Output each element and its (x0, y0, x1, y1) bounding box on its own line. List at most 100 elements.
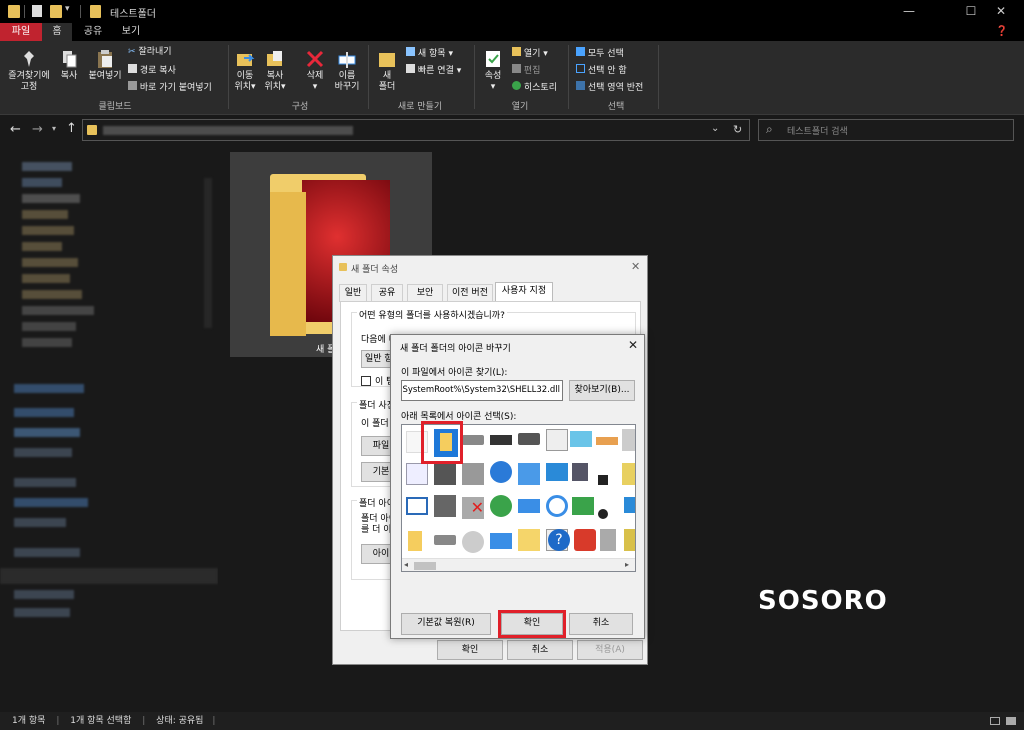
shortcut-overlay-icon[interactable] (598, 475, 608, 485)
props-cancel-button[interactable]: 취소 (507, 640, 573, 660)
power-icon[interactable] (574, 529, 596, 551)
zip-folder-icon[interactable] (518, 529, 540, 551)
props-tab-general[interactable]: 일반 (339, 284, 367, 302)
props-close-icon[interactable]: ✕ (631, 260, 640, 273)
text-doc-icon[interactable] (406, 463, 428, 485)
props-tab-share[interactable]: 공유 (371, 284, 403, 302)
tab-file[interactable]: 파일 (0, 23, 42, 41)
network-globe-icon[interactable] (490, 495, 512, 517)
select-none-button[interactable]: 선택 안 함 (576, 64, 627, 77)
disk-drive-icon[interactable] (518, 433, 540, 445)
green-arrow-icon[interactable] (572, 497, 594, 515)
address-bar[interactable]: ⌄ ↻ (82, 119, 750, 141)
delete-button[interactable]: 삭제 ▾ (302, 49, 328, 93)
tab-view[interactable]: 보기 (116, 23, 146, 41)
clock-overlay-icon[interactable] (598, 509, 608, 519)
navigation-pane[interactable] (0, 148, 218, 711)
history-button[interactable]: 히스토리 (512, 81, 557, 94)
tab-share[interactable]: 공유 (78, 23, 108, 41)
new-folder-button[interactable]: 새 폴더 (374, 49, 400, 93)
plain-folder-icon[interactable] (408, 531, 422, 551)
save-drive-icon[interactable] (434, 495, 456, 517)
icon-grid-scrollbar[interactable]: ◂ ▸ (402, 558, 635, 571)
open-button[interactable]: 열기 ▾ (512, 47, 548, 60)
refresh-icon[interactable]: ↻ (733, 123, 742, 136)
control-panel-icon[interactable] (546, 463, 568, 481)
window-icon[interactable] (406, 497, 428, 515)
pin-quick-access-button[interactable]: 즐겨찾기에 고정 (4, 49, 54, 93)
item-count: 1개 항목 (12, 716, 46, 726)
address-folder-icon (87, 125, 97, 135)
lock-folder-icon[interactable] (624, 529, 635, 551)
large-icons-view-icon[interactable] (1006, 717, 1016, 725)
new-folder-icon (379, 53, 395, 67)
recent-locations-chevron-icon[interactable]: ▾ (52, 124, 56, 133)
hdd-icon[interactable] (434, 535, 456, 545)
icon-file-path-input[interactable]: %SystemRoot%\System32\SHELL32.dll (401, 380, 563, 401)
close-window-button[interactable]: ✕ (978, 0, 1024, 23)
props-apply-button[interactable]: 적용(A) (577, 640, 643, 660)
search-input[interactable]: 테스트폴더 검색 (758, 119, 1014, 141)
invert-selection-button[interactable]: 선택 영역 반전 (576, 81, 643, 94)
forward-arrow-icon[interactable]: → (32, 122, 43, 137)
move-to-button[interactable]: 이동 위치▾ (232, 49, 258, 93)
chip-icon[interactable] (490, 435, 512, 445)
help-question-icon[interactable]: ? (548, 529, 570, 551)
cube-icon[interactable] (518, 463, 540, 485)
recycle-icon[interactable] (622, 429, 635, 451)
rename-button[interactable]: 이름 바꾸기 (332, 49, 362, 93)
restore-defaults-button[interactable]: 기본값 복원(R) (401, 613, 491, 635)
up-arrow-icon[interactable]: ↑ (66, 121, 77, 136)
cut-button[interactable]: ✂ 잘라내기 (128, 47, 172, 58)
icon-dialog-close-icon[interactable]: ✕ (628, 338, 638, 352)
network-connect-icon[interactable] (518, 499, 540, 513)
help-icon[interactable]: ❓ (990, 23, 1014, 41)
cd-drive-icon[interactable] (462, 531, 484, 553)
apply-template-checkbox[interactable] (361, 376, 371, 386)
minimize-button[interactable]: — (886, 0, 932, 23)
copy-button[interactable]: 복사 (56, 49, 82, 82)
new-item-button[interactable]: 새 항목 ▾ (406, 47, 453, 60)
new-item-icon (406, 47, 415, 56)
back-arrow-icon[interactable]: ← (10, 122, 21, 137)
copy-path-button[interactable]: 경로 복사 (128, 64, 176, 77)
tab-home[interactable]: 홈 (42, 23, 72, 41)
props-tab-customize[interactable]: 사용자 지정 (495, 282, 553, 302)
speaker-icon[interactable] (572, 463, 588, 481)
pin-icon (24, 51, 34, 67)
laptop-icon[interactable] (490, 533, 512, 549)
hand-icon[interactable] (596, 437, 618, 445)
address-dropdown-icon[interactable]: ⌄ (711, 123, 719, 134)
properties-button[interactable]: 속성 ▾ (480, 49, 506, 93)
globe-icon[interactable] (490, 461, 512, 483)
easy-access-button[interactable]: 빠른 연결 ▾ (406, 64, 461, 77)
tag-doc-icon[interactable] (622, 463, 635, 485)
properties-quick-icon[interactable] (32, 5, 42, 17)
details-view-icon[interactable] (990, 717, 1000, 725)
monitor-card-icon[interactable] (570, 431, 592, 447)
props-tab-security[interactable]: 보안 (407, 284, 443, 302)
edit-button[interactable]: 편집 (512, 64, 540, 77)
props-ok-button[interactable]: 확인 (437, 640, 503, 660)
icon-cancel-button[interactable]: 취소 (569, 613, 633, 635)
customize-quick-access-icon[interactable]: ▾ (65, 4, 70, 17)
props-tab-previous[interactable]: 이전 버전 (447, 284, 493, 302)
blue-panel-icon[interactable] (624, 497, 635, 513)
paste-shortcut-button[interactable]: 바로 가기 붙여넣기 (128, 81, 212, 94)
network-drive-icon[interactable] (462, 463, 484, 485)
copy-to-button[interactable]: 복사 위치▾ (262, 49, 288, 93)
new-folder-quick-icon[interactable] (50, 5, 62, 18)
window-folder-icon (90, 5, 101, 18)
browse-button[interactable]: 찾아보기(B)... (569, 380, 635, 401)
document-clock-icon[interactable] (546, 429, 568, 451)
select-none-icon (576, 64, 585, 73)
magnifier-icon[interactable] (546, 495, 568, 517)
disconnect-drive-icon[interactable]: ✕ (462, 497, 484, 519)
select-all-button[interactable]: 모두 선택 (576, 47, 624, 60)
printer-folder-icon[interactable] (434, 463, 456, 485)
drive-icon[interactable] (462, 435, 484, 445)
select-group-label: 선택 (607, 102, 625, 112)
open-group-label: 열기 (511, 102, 529, 112)
paste-button[interactable]: 붙여넣기 (86, 49, 124, 82)
recycle-bin-icon[interactable] (600, 529, 616, 551)
